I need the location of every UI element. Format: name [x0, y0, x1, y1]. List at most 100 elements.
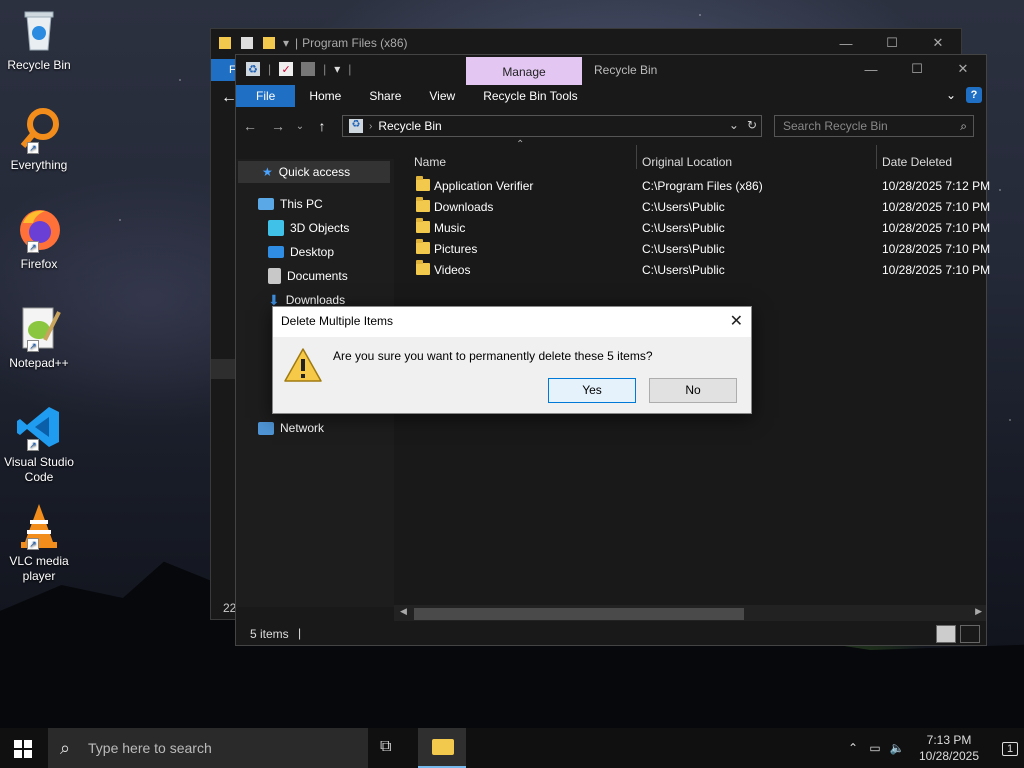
- new-folder-icon[interactable]: [301, 62, 316, 76]
- recycle-bin-icon: [15, 6, 63, 54]
- scrollbar-thumb[interactable]: [414, 608, 744, 620]
- expand-ribbon-icon[interactable]: ⌄: [946, 88, 956, 102]
- minimize-button[interactable]: —: [823, 29, 869, 57]
- notepadpp-icon: ↗: [15, 304, 63, 352]
- column-separator[interactable]: [636, 145, 637, 169]
- recent-locations-icon[interactable]: ⌄: [292, 121, 308, 132]
- separator: |: [298, 626, 302, 640]
- shortcut-arrow-icon: ↗: [27, 538, 39, 550]
- up-arrow-icon[interactable]: ↑: [308, 118, 336, 134]
- tab-share[interactable]: Share: [355, 85, 415, 107]
- notification-center-icon[interactable]: 1: [996, 739, 1024, 757]
- maximize-button[interactable]: ☐: [894, 55, 940, 83]
- maximize-button[interactable]: ☐: [869, 29, 915, 57]
- desktop-icon-recycle-bin[interactable]: Recycle Bin: [2, 6, 76, 73]
- shortcut-arrow-icon: ↗: [27, 439, 39, 451]
- close-icon[interactable]: ✕: [730, 311, 743, 331]
- tab-manage[interactable]: Manage: [466, 57, 582, 85]
- network-icon[interactable]: ▭: [864, 741, 886, 755]
- address-dropdown-icon[interactable]: ⌄: [729, 118, 739, 132]
- table-row[interactable]: Downloads C:\Users\Public 10/28/2025 7:1…: [412, 197, 992, 218]
- warning-icon: [283, 347, 323, 383]
- forward-arrow-icon[interactable]: →: [264, 118, 292, 134]
- breadcrumb-chevron-icon[interactable]: ›: [369, 121, 372, 132]
- close-button[interactable]: ✕: [915, 29, 961, 57]
- large-icons-view-icon[interactable]: [960, 625, 980, 643]
- table-row[interactable]: Pictures C:\Users\Public 10/28/2025 7:10…: [412, 239, 992, 260]
- breadcrumb-recycle-bin[interactable]: Recycle Bin: [378, 119, 441, 133]
- column-header-original-location[interactable]: Original Location: [642, 149, 732, 175]
- refresh-icon[interactable]: ↻: [747, 118, 757, 132]
- row-location: C:\Users\Public: [642, 242, 725, 256]
- no-button[interactable]: No: [649, 378, 737, 403]
- row-location: C:\Users\Public: [642, 200, 725, 214]
- column-header-date-deleted[interactable]: Date Deleted: [882, 149, 952, 175]
- task-view-icon[interactable]: ⧉: [380, 738, 391, 756]
- back-arrow-icon[interactable]: ←: [236, 118, 264, 134]
- sidebar-item-network[interactable]: Network: [258, 417, 324, 439]
- tab-recycle-bin-tools[interactable]: Recycle Bin Tools: [469, 85, 592, 107]
- tab-file[interactable]: File: [236, 85, 296, 107]
- desktop-icon-notepadpp[interactable]: ↗ Notepad++: [2, 304, 76, 371]
- item-count: 5 items: [250, 627, 289, 641]
- yes-button[interactable]: Yes: [548, 378, 636, 403]
- column-separator[interactable]: [876, 145, 877, 169]
- table-row[interactable]: Videos C:\Users\Public 10/28/2025 7:10 P…: [412, 260, 992, 281]
- windows-start-icon[interactable]: [14, 740, 32, 758]
- vlc-icon: ↗: [15, 502, 63, 550]
- customize-toolbar-icon[interactable]: ▾: [334, 62, 340, 76]
- tab-view[interactable]: View: [415, 85, 469, 107]
- scroll-right-icon[interactable]: ▶: [975, 606, 982, 617]
- taskbar-search-input[interactable]: ⌕ Type here to search: [48, 728, 368, 768]
- desktop-icon-label: Visual Studio Code: [4, 455, 74, 484]
- separator: |: [268, 62, 272, 76]
- notification-count: 1: [1001, 742, 1019, 756]
- folder-icon: [416, 239, 430, 254]
- row-name: Downloads: [434, 200, 494, 214]
- column-header-name[interactable]: Name: [414, 149, 446, 175]
- sidebar-item-label: 3D Objects: [290, 221, 350, 235]
- volume-muted-icon[interactable]: 🔈: [886, 741, 908, 755]
- desktop-icon-firefox[interactable]: ↗ Firefox: [2, 205, 76, 272]
- desktop-icon-vscode[interactable]: ↗ Visual Studio Code: [2, 403, 76, 485]
- details-view-icon[interactable]: [936, 625, 956, 643]
- row-location: C:\Program Files (x86): [642, 179, 763, 193]
- desktop-icon-everything[interactable]: ↗ Everything: [2, 106, 76, 173]
- desktop-icon-label: Recycle Bin: [7, 58, 71, 72]
- taskbar-search-placeholder: Type here to search: [88, 740, 212, 756]
- sidebar-item-label: Quick access: [278, 165, 351, 179]
- row-location: C:\Users\Public: [642, 221, 725, 235]
- sidebar-item-quick-access[interactable]: ★ Quick access: [238, 161, 390, 183]
- search-placeholder: Search Recycle Bin: [783, 119, 888, 133]
- computer-icon: [258, 198, 274, 210]
- close-button[interactable]: ✕: [940, 55, 986, 83]
- ribbon-tabs: File Home Share View Recycle Bin Tools ⌄…: [236, 85, 986, 107]
- file-explorer-icon: [432, 739, 454, 755]
- delete-confirmation-dialog[interactable]: Delete Multiple Items ✕ Are you sure you…: [272, 306, 752, 414]
- chevron-up-icon[interactable]: ⌃: [842, 741, 864, 755]
- back-file-tab[interactable]: F: [211, 59, 237, 81]
- scroll-left-icon[interactable]: ◀: [400, 606, 407, 617]
- sidebar-item-this-pc[interactable]: This PC: [258, 193, 323, 215]
- clock-date: 10/28/2025: [918, 749, 980, 763]
- tab-home[interactable]: Home: [295, 85, 355, 107]
- minimize-button[interactable]: —: [848, 55, 894, 83]
- search-input[interactable]: Search Recycle Bin ⌕: [774, 115, 974, 137]
- sidebar-item-documents[interactable]: Documents: [268, 265, 348, 287]
- system-tray: ⌃ ▭ 🔈 7:13 PM 10/28/2025 1: [842, 728, 1024, 768]
- recycle-bin-small-icon: ♻: [349, 119, 363, 133]
- properties-icon[interactable]: ✓: [279, 62, 294, 76]
- table-row[interactable]: Application Verifier C:\Program Files (x…: [412, 176, 992, 197]
- desktop-icon-vlc[interactable]: ↗ VLC media player: [2, 502, 76, 584]
- clock-time: 7:13 PM: [926, 733, 972, 747]
- help-icon[interactable]: ?: [966, 87, 982, 103]
- sidebar-item-desktop[interactable]: Desktop: [268, 241, 334, 263]
- address-bar[interactable]: ♻ › Recycle Bin ⌄ ↻: [342, 115, 762, 137]
- taskbar-clock[interactable]: 7:13 PM 10/28/2025: [914, 732, 984, 764]
- taskbar-file-explorer[interactable]: [418, 728, 466, 768]
- sidebar-item-3d-objects[interactable]: 3D Objects: [268, 217, 349, 239]
- search-icon: ⌕: [960, 119, 967, 133]
- sidebar-item-label: This PC: [280, 197, 323, 211]
- horizontal-scrollbar[interactable]: ◀ ▶: [394, 605, 986, 621]
- table-row[interactable]: Music C:\Users\Public 10/28/2025 7:10 PM: [412, 218, 992, 239]
